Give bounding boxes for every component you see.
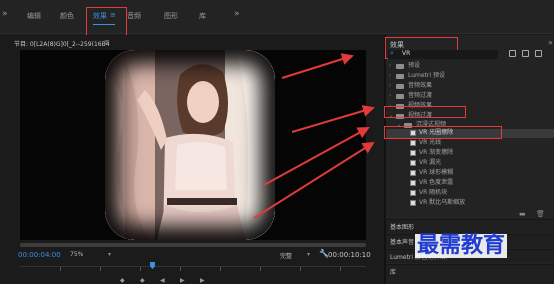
tree-item-vr-mobius-zoom[interactable]: VR 默比乌斯缩放 — [419, 199, 465, 207]
premiere-workspace: » 编辑 颜色 效果 ≡ 音频 图形 库 » 节目: 0[L2A(8)G]0[_… — [0, 0, 554, 284]
effect-icon — [410, 200, 416, 206]
tree-item-audio-transitions[interactable]: 音频过渡 — [408, 92, 432, 100]
folder-icon — [396, 94, 404, 99]
folder-icon — [396, 74, 404, 79]
tree-item-presets[interactable]: 预设 — [408, 62, 420, 70]
effect-icon — [410, 170, 416, 176]
accelerated-effects-icon[interactable] — [509, 50, 516, 57]
effect-icon — [410, 140, 416, 146]
annotation-arrow-2 — [291, 105, 375, 133]
effect-icon — [410, 150, 416, 156]
expand-chevron-icon[interactable]: › — [389, 62, 391, 70]
tree-item-vr-light-leaks[interactable]: VR 漏光 — [419, 159, 441, 167]
annotation-box-video-transitions — [384, 106, 466, 118]
32bit-effects-icon[interactable] — [522, 50, 529, 57]
tree-item-lumetri-presets[interactable]: Lumetri 预设 — [408, 72, 445, 80]
tree-item-vr-gradient-wipe[interactable]: VR 渐变擦除 — [419, 149, 453, 157]
expand-chevron-icon[interactable]: › — [389, 72, 391, 80]
section-libraries[interactable] — [386, 264, 554, 284]
section-libraries-label[interactable]: 库 — [390, 267, 396, 276]
yuv-effects-icon[interactable] — [535, 50, 542, 57]
new-bin-icon[interactable]: ▬ — [519, 210, 526, 218]
tree-item-vr-chroma-leaks[interactable]: VR 色度泄露 — [419, 179, 453, 187]
effect-icon — [410, 160, 416, 166]
annotation-box-vr-iris-wipe — [384, 126, 502, 139]
annotation-arrow-1 — [281, 53, 354, 79]
section-essential-sound-label[interactable]: 基本声音 — [390, 237, 414, 246]
delete-trash-icon[interactable]: 🗑 — [536, 210, 545, 218]
search-icon: ⌕ — [390, 49, 394, 57]
effects-search-value[interactable]: VR — [402, 50, 410, 57]
folder-icon — [396, 84, 404, 89]
watermark-logo: 最需教育 — [415, 233, 508, 258]
folder-icon — [396, 64, 404, 69]
section-essential-graphics-label[interactable]: 基本图形 — [390, 222, 414, 231]
tree-item-vr-spherical-blur[interactable]: VR 球形模糊 — [419, 169, 453, 177]
tree-item-vr-random-blocks[interactable]: VR 随机块 — [419, 189, 447, 197]
effect-icon — [410, 180, 416, 186]
tree-item-audio-effects[interactable]: 音频效果 — [408, 82, 432, 90]
tree-item-vr-light-rays[interactable]: VR 光线 — [419, 139, 441, 147]
expand-chevron-icon[interactable]: › — [389, 92, 391, 100]
panel-overflow-icon[interactable]: » — [548, 38, 553, 47]
expand-chevron-icon[interactable]: › — [389, 82, 391, 90]
effect-icon — [410, 190, 416, 196]
